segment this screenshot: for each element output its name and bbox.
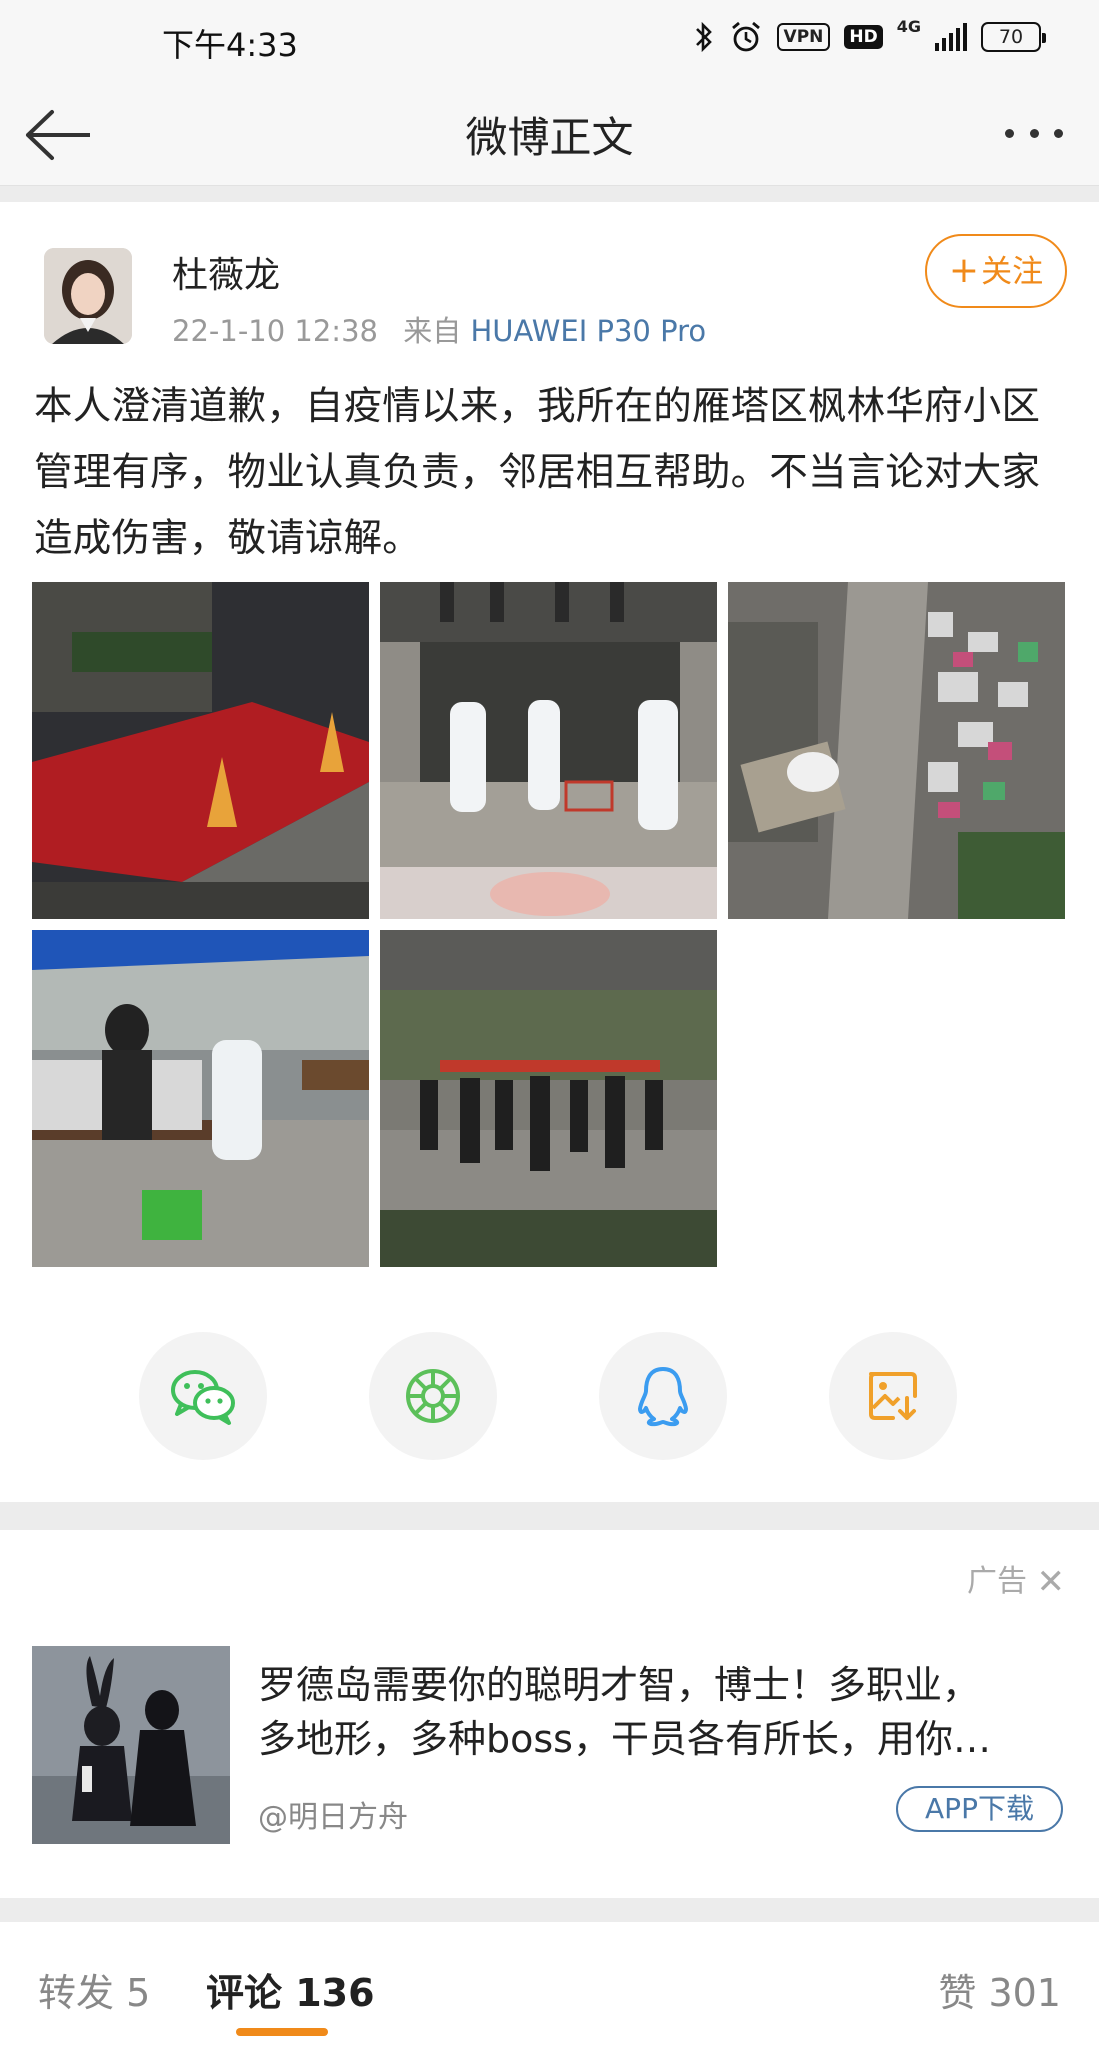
vpn-badge: VPN [776,23,831,51]
tab-active-indicator [236,2028,328,2036]
more-dot [1029,128,1039,138]
qq-icon [638,1367,688,1427]
tab-likes[interactable]: 赞 301 [938,1962,1061,2017]
follow-label: 关注 [981,254,1044,290]
app-download-button[interactable]: APP下载 [896,1786,1063,1832]
ad-label: 广告 [966,1564,1027,1599]
share-moments-button[interactable] [369,1332,497,1460]
battery-indicator: 70 [981,22,1046,52]
post-photo[interactable] [380,582,717,919]
ad-image[interactable] [32,1646,230,1844]
post-meta: 22-1-10 12:38 来自 HUAWEI P30 Pro [172,308,706,350]
post-date: 22-1-10 12:38 [172,314,378,348]
post-card: 杜薇龙 22-1-10 12:38 来自 HUAWEI P30 Pro +关注 … [0,202,1099,1502]
post-photo[interactable] [32,930,369,1267]
tab-comments[interactable]: 评论 136 [206,1962,375,2017]
save-image-button[interactable] [829,1332,957,1460]
device-link[interactable]: HUAWEI P30 Pro [470,314,706,348]
bluetooth-icon [695,21,712,53]
post-photo[interactable] [380,930,717,1267]
status-time: 下午4:33 [162,26,298,64]
status-bar: 下午4:33 VPN HD 4G 70 [0,0,1099,80]
more-options-button[interactable] [999,98,1069,168]
hd-badge: HD [844,25,883,49]
page-title: 微博正文 [465,113,634,162]
moments-icon [406,1369,460,1423]
nav-bar: 微博正文 [0,80,1099,186]
avatar[interactable] [44,248,132,344]
status-icons: VPN HD 4G 70 [693,17,1046,54]
post-text: 本人澄清道歉，自疫情以来，我所在的雁塔区枫林华府小区管理有序，物业认真负责，邻居… [34,384,1041,561]
more-dot [1054,128,1063,138]
avatar-image [44,248,132,344]
alarm-icon [731,21,760,52]
save-image-icon [869,1372,917,1420]
ad-text[interactable]: 罗德岛需要你的聪明才智，博士！多职业， 多地形，多种boss，干员各有所长，用你… [258,1658,1058,1766]
ad-card[interactable]: 广告 ✕ 罗德岛需要你的聪明才智，博士！多职业， 多地形，多种boss，干员各有… [0,1530,1099,1898]
ad-source[interactable]: @明日方舟 [258,1792,408,1836]
author-name[interactable]: 杜薇龙 [172,246,280,298]
ad-close-button[interactable]: 广告 ✕ [967,1556,1065,1602]
share-qq-button[interactable] [599,1332,727,1460]
ad-text-line1: 罗德岛需要你的聪明才智，博士！多职业， [258,1663,981,1707]
share-wechat-button[interactable] [139,1332,267,1460]
plus-icon: + [948,250,980,291]
follow-button[interactable]: +关注 [925,234,1067,308]
source-prefix: 来自 [403,314,462,348]
interaction-tabs: 转发 5 评论 136 赞 301 [0,1922,1099,2048]
tab-reposts[interactable]: 转发 5 [38,1962,150,2017]
wechat-icon [171,1370,235,1425]
post-photo[interactable] [32,582,369,919]
signal-icon [935,23,967,51]
network-type: 4G [896,17,921,36]
ad-text-line2: 多地形，多种boss，干员各有所长，用你… [258,1717,991,1761]
more-dot [1005,128,1014,138]
close-icon: ✕ [1036,1562,1066,1602]
post-photo[interactable] [728,582,1065,919]
